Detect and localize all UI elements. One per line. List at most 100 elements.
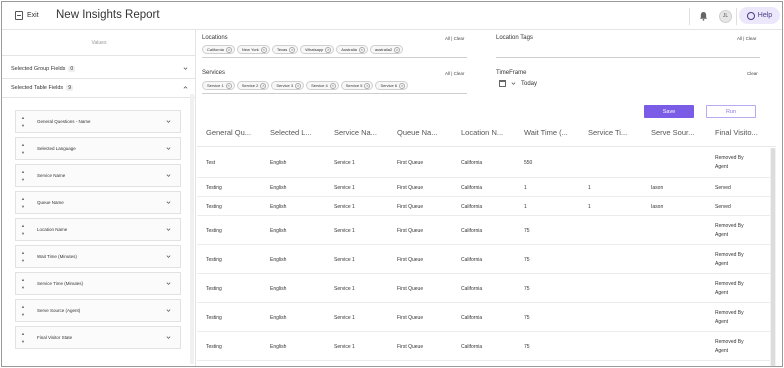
drag-handle-icon[interactable]: ▲ ▼ (21, 114, 25, 130)
table-row[interactable]: Testing English Service 1 First Queue Califo… (197, 245, 776, 274)
drag-handle-icon[interactable]: ▲ ▼ (21, 276, 25, 292)
table-field-name: Selected Language (37, 146, 76, 151)
drag-handle-icon[interactable]: ▲ ▼ (21, 303, 25, 319)
header-divider (736, 8, 737, 25)
table-scrollbar-thumb[interactable] (771, 148, 775, 366)
save-button[interactable]: Save (644, 105, 694, 118)
service-chip: Service 3 × (271, 81, 305, 90)
table-cell: Service 1 (334, 160, 355, 166)
chevron-down-icon[interactable] (166, 335, 171, 340)
table-field-card[interactable]: ▲ ▼ Selected Language (15, 137, 181, 160)
table-cell: Service 1 (334, 203, 355, 210)
close-icon[interactable]: × (225, 46, 232, 53)
table-cell: Served (715, 203, 731, 210)
column-header[interactable]: General Qu... (206, 128, 251, 137)
chevron-down-icon[interactable] (166, 146, 171, 151)
drag-handle-icon[interactable]: ▲ ▼ (21, 195, 25, 211)
divider (2, 55, 196, 56)
table-row[interactable]: Testing English Service 1 First Queue Califo… (197, 274, 776, 303)
chevron-down-icon[interactable] (166, 119, 171, 124)
page-title: New Insights Report (56, 9, 160, 21)
table-cell: California (461, 160, 483, 166)
exit-button[interactable]: Exit (15, 11, 39, 20)
drag-handle-icon[interactable]: ▲ ▼ (21, 141, 25, 157)
close-icon[interactable]: × (399, 82, 406, 89)
chevron-down-icon[interactable] (166, 227, 171, 232)
table-field-card[interactable]: ▲ ▼ Service Time (Minutes) (15, 272, 181, 295)
table-field-card[interactable]: ▲ ▼ Serve Source (Agent) (15, 299, 181, 322)
table-row[interactable]: Testing English Service 1 First Queue Califo… (197, 303, 776, 332)
table-cell: Removed By Agent (715, 251, 744, 267)
table-cell: English (270, 314, 287, 321)
drag-handle-icon[interactable]: ▲ ▼ (21, 168, 25, 184)
chevron-down-icon[interactable] (166, 254, 171, 259)
table-field-card[interactable]: ▲ ▼ Queue Name (15, 191, 181, 214)
field-selector-panel: Values Selected Group Fields 0 Selected … (2, 30, 196, 366)
chip-label: New York (241, 47, 259, 52)
column-header[interactable]: Service Na... (334, 128, 377, 137)
table-row[interactable]: Testing English Service 1 First Queue Califo… (197, 178, 776, 197)
table-row[interactable]: Test English Service 1 First Queue Californi… (197, 148, 776, 178)
avatar[interactable]: JL (719, 10, 732, 23)
service-chip: Service 6 × (375, 81, 409, 90)
close-icon[interactable]: × (325, 46, 332, 53)
column-header[interactable]: Location N... (461, 128, 503, 137)
close-icon[interactable]: × (394, 46, 401, 53)
chevron-down-icon[interactable] (166, 281, 171, 286)
close-icon[interactable]: × (225, 82, 232, 89)
table-cell: First Queue (397, 285, 424, 292)
timeframe-title: TimeFrame (496, 70, 527, 76)
table-cell: English (270, 285, 287, 292)
drag-handle-icon[interactable]: ▲ ▼ (21, 249, 25, 265)
bell-icon[interactable] (699, 11, 708, 21)
column-header[interactable]: Final Visito... (715, 128, 758, 137)
chip-label: Service 1 (207, 83, 224, 88)
table-cell: First Queue (397, 227, 424, 234)
column-header[interactable]: Serve Sour... (651, 128, 694, 137)
table-field-card[interactable]: ▲ ▼ Location Name (15, 218, 181, 241)
table-row[interactable]: Testing English Service 1 First Queue Califo… (197, 332, 776, 361)
table-field-card[interactable]: ▲ ▼ General Questions - Name (15, 110, 181, 133)
help-button[interactable]: Help (739, 7, 780, 24)
drag-handle-icon[interactable]: ▲ ▼ (21, 222, 25, 238)
table-field-card[interactable]: ▲ ▼ Wait Time (Minutes) (15, 245, 181, 268)
table-cell: Removed By Agent (715, 338, 744, 354)
services-all-clear[interactable]: All | Clear (445, 71, 464, 76)
table-cell: California (461, 227, 483, 234)
location-tags-input[interactable] (496, 57, 760, 58)
location-chip: australia2 × (369, 45, 404, 54)
table-cell: California (461, 256, 483, 263)
close-icon[interactable]: × (260, 46, 267, 53)
column-header[interactable]: Service Ti... (588, 128, 627, 137)
table-row[interactable]: Testing English Service 1 First Queue Califo… (197, 216, 776, 245)
close-icon[interactable]: × (364, 82, 371, 89)
close-icon[interactable]: × (358, 46, 365, 53)
close-icon[interactable]: × (295, 82, 302, 89)
table-cell: 1 (588, 184, 591, 191)
chevron-down-icon[interactable] (166, 173, 171, 178)
field-list-scrollbar[interactable] (190, 94, 194, 364)
selected-group-fields-toggle[interactable]: Selected Group Fields 0 (11, 63, 191, 75)
timeframe-clear[interactable]: Clear (747, 71, 758, 76)
chevron-down-icon[interactable] (166, 200, 171, 205)
run-button[interactable]: Run (706, 105, 756, 118)
location-tags-all-clear[interactable]: All | Clear (737, 36, 756, 41)
table-field-card[interactable]: ▲ ▼ Final Visitor State (15, 326, 181, 349)
location-tags-title: Location Tags (496, 35, 533, 41)
close-icon[interactable]: × (329, 82, 336, 89)
close-icon[interactable]: × (260, 82, 267, 89)
service-chip: Service 2 × (236, 81, 270, 90)
selected-table-fields-toggle[interactable]: Selected Table Fields 9 (11, 82, 191, 94)
column-header[interactable]: Selected L... (270, 128, 312, 137)
column-header[interactable]: Queue Na... (397, 128, 437, 137)
table-cell: Removed By Agent (715, 309, 744, 325)
table-field-card[interactable]: ▲ ▼ Service Name (15, 164, 181, 187)
table-row[interactable]: Testing English Service 1 First Queue Califo… (197, 197, 776, 216)
drag-handle-icon[interactable]: ▲ ▼ (21, 330, 25, 346)
chevron-down-icon[interactable] (166, 308, 171, 313)
timeframe-select[interactable]: Today (499, 80, 537, 87)
group-fields-count: 0 (68, 66, 76, 72)
locations-all-clear[interactable]: All | Clear (445, 36, 464, 41)
close-icon[interactable]: × (289, 46, 296, 53)
column-header[interactable]: Wait Time (... (524, 128, 568, 137)
